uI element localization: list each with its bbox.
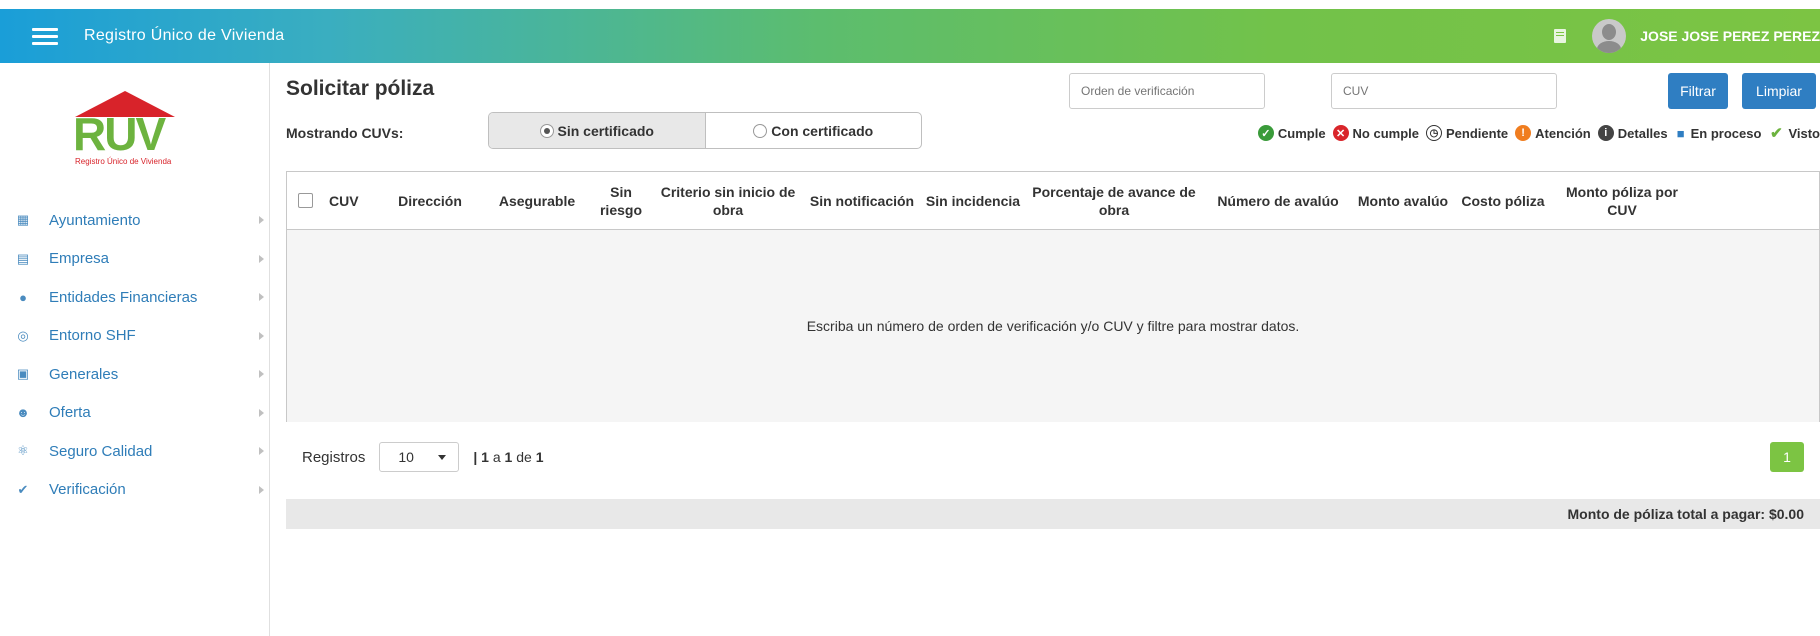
legend-pendiente: ◷ Pendiente bbox=[1426, 125, 1508, 141]
pagination: Registros 10 | 1 a 1 de 1 1 bbox=[286, 439, 1820, 475]
col-porcentaje-avance[interactable]: Porcentaje de avance de obra bbox=[1025, 183, 1203, 219]
chevron-right-icon bbox=[259, 447, 264, 456]
clock-icon: ◷ bbox=[1426, 125, 1443, 141]
order-verification-input[interactable] bbox=[1069, 73, 1265, 109]
page-1-button[interactable]: 1 bbox=[1770, 442, 1804, 472]
sidebar-item-entidades-financieras[interactable]: ● Entidades Financieras bbox=[0, 278, 270, 317]
image-icon: ▣ bbox=[16, 366, 30, 382]
toggle-sin-certificado[interactable]: Sin certificado bbox=[489, 113, 706, 148]
clear-button[interactable]: Limpiar bbox=[1742, 73, 1816, 109]
legend-cumple: ✓ Cumple bbox=[1257, 125, 1326, 141]
sidebar-nav: ▦ Ayuntamiento ▤ Empresa ● Entidades Fin… bbox=[0, 201, 270, 509]
lock-icon: ■ bbox=[1676, 125, 1685, 141]
col-numero-avaluo[interactable]: Número de avalúo bbox=[1203, 192, 1353, 210]
col-costo-poliza[interactable]: Costo póliza bbox=[1453, 192, 1553, 210]
x-circle-icon: ✕ bbox=[1332, 125, 1349, 141]
chevron-right-icon bbox=[259, 408, 264, 417]
sidebar-item-ayuntamiento[interactable]: ▦ Ayuntamiento bbox=[0, 201, 270, 240]
handshake-icon: ⚛ bbox=[17, 443, 29, 459]
user-name[interactable]: JOSE JOSE PEREZ PEREZ bbox=[1640, 28, 1820, 44]
building-icon: ▤ bbox=[16, 250, 30, 266]
check-circle-icon: ✓ bbox=[1257, 125, 1274, 141]
ruv-logo: RUV Registro Único de Vivienda bbox=[73, 91, 213, 169]
sidebar-item-oferta[interactable]: ☻ Oferta bbox=[0, 394, 270, 433]
menu-icon[interactable] bbox=[32, 27, 58, 45]
checkmark-icon: ✔ bbox=[1770, 125, 1783, 142]
sidebar-item-entorno-shf[interactable]: ◎ Entorno SHF bbox=[0, 317, 270, 356]
legend-atencion: ! Atención bbox=[1515, 125, 1591, 141]
sidebar-item-seguro-calidad[interactable]: ⚛ Seguro Calidad bbox=[0, 432, 270, 471]
caret-down-icon bbox=[438, 455, 447, 460]
sidebar-item-generales[interactable]: ▣ Generales bbox=[0, 355, 270, 394]
chevron-right-icon bbox=[259, 370, 264, 379]
legend-en-proceso: ■ En proceso bbox=[1675, 125, 1762, 141]
legend-detalles: i Detalles bbox=[1597, 125, 1668, 141]
col-cuv[interactable]: CUV bbox=[323, 192, 375, 210]
certificate-toggle: Sin certificado Con certificado bbox=[488, 112, 922, 149]
check-circle-icon: ✔ bbox=[17, 481, 29, 497]
page-info: | 1 a 1 de 1 bbox=[473, 449, 544, 465]
empty-message: Escriba un número de orden de verificaci… bbox=[806, 318, 1300, 334]
filter-button[interactable]: Filtrar bbox=[1668, 73, 1728, 109]
table-body: Escriba un número de orden de verificaci… bbox=[287, 230, 1819, 422]
showing-label: Mostrando CUVs: bbox=[286, 125, 404, 141]
sidebar-item-empresa[interactable]: ▤ Empresa bbox=[0, 240, 270, 279]
alert-circle-icon: ! bbox=[1515, 125, 1532, 141]
records-label: Registros bbox=[302, 448, 366, 466]
chevron-right-icon bbox=[259, 293, 264, 302]
book-icon[interactable] bbox=[1554, 29, 1567, 43]
legend-no-cumple: ✕ No cumple bbox=[1332, 125, 1419, 141]
col-asegurable[interactable]: Asegurable bbox=[485, 192, 589, 210]
avatar[interactable] bbox=[1592, 19, 1627, 53]
total-amount: Monto de póliza total a pagar: $0.00 bbox=[1567, 506, 1804, 522]
col-monto-avaluo[interactable]: Monto avalúo bbox=[1353, 192, 1453, 210]
chevron-right-icon bbox=[259, 216, 264, 225]
hand-icon: ☻ bbox=[16, 405, 30, 421]
chevron-right-icon bbox=[259, 485, 264, 494]
cuv-input[interactable] bbox=[1331, 73, 1557, 109]
col-criterio[interactable]: Criterio sin inicio de obra bbox=[653, 183, 803, 219]
legend-visto: ✔ Visto bbox=[1770, 125, 1820, 142]
col-sin-notificacion[interactable]: Sin notificación bbox=[803, 192, 921, 210]
toggle-con-certificado[interactable]: Con certificado bbox=[706, 113, 922, 148]
chevron-right-icon bbox=[259, 254, 264, 263]
col-sin-riesgo[interactable]: Sin riesgo bbox=[589, 183, 653, 219]
select-all-checkbox[interactable] bbox=[297, 193, 313, 208]
radio-unchecked-icon bbox=[753, 123, 768, 138]
col-sin-incidencia[interactable]: Sin incidencia bbox=[921, 192, 1025, 210]
sidebar-item-verificacion[interactable]: ✔ Verificación bbox=[0, 471, 270, 510]
chevron-right-icon bbox=[259, 331, 264, 340]
info-circle-icon: i bbox=[1597, 125, 1614, 141]
col-direccion[interactable]: Dirección bbox=[375, 192, 485, 210]
cuv-table: CUV Dirección Asegurable Sin riesgo Crit… bbox=[286, 171, 1820, 422]
top-bar: Registro Único de Vivienda JOSE JOSE PER… bbox=[0, 9, 1820, 63]
app-title: Registro Único de Vivienda bbox=[84, 27, 285, 44]
page-size-select[interactable]: 10 bbox=[379, 442, 460, 472]
table-header: CUV Dirección Asegurable Sin riesgo Crit… bbox=[287, 172, 1819, 230]
main-content: Solicitar póliza Filtrar Limpiar Mostran… bbox=[286, 63, 1820, 636]
target-icon: ◎ bbox=[17, 327, 29, 343]
col-monto-poliza-cuv[interactable]: Monto póliza por CUV bbox=[1553, 183, 1691, 219]
radio-checked-icon bbox=[539, 123, 554, 138]
map-icon: ▦ bbox=[16, 212, 30, 228]
sidebar: RUV Registro Único de Vivienda ▦ Ayuntam… bbox=[0, 63, 270, 636]
page-title: Solicitar póliza bbox=[286, 77, 435, 100]
total-bar: Monto de póliza total a pagar: $0.00 bbox=[286, 499, 1820, 529]
people-icon: ● bbox=[19, 289, 27, 305]
status-legend: ✓ Cumple ✕ No cumple ◷ Pendiente ! Atenc… bbox=[1251, 125, 1820, 142]
